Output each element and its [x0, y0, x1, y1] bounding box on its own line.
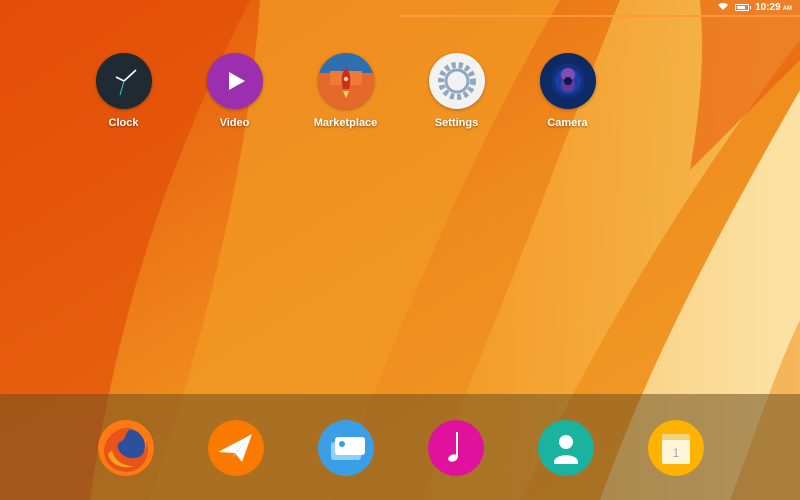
- clock-time: 10:29 AM: [755, 2, 792, 13]
- app-camera[interactable]: Camera: [512, 53, 623, 129]
- app-label: Marketplace: [313, 117, 378, 129]
- play-icon: [206, 53, 263, 109]
- app-label: Settings: [434, 117, 479, 129]
- gear-icon: [428, 53, 485, 109]
- rocket-icon: [317, 53, 374, 109]
- dock-messages[interactable]: [208, 420, 264, 476]
- paper-plane-icon: [208, 420, 264, 476]
- dock-gallery[interactable]: [318, 420, 374, 476]
- music-note-icon: [428, 420, 484, 476]
- app-video[interactable]: Video: [179, 53, 290, 129]
- clock-icon: [95, 53, 152, 109]
- status-bar: 10:29 AM: [0, 0, 800, 15]
- app-label: Camera: [547, 117, 588, 129]
- gallery-icon: [318, 420, 374, 476]
- time-text: 10:29: [755, 2, 781, 13]
- wifi-icon: [717, 2, 729, 14]
- app-settings[interactable]: Settings: [401, 53, 512, 129]
- app-grid: Clock Video Marketplace Settings Camera: [68, 53, 623, 129]
- app-label: Clock: [108, 117, 139, 129]
- dock-firefox[interactable]: [98, 420, 154, 476]
- calendar-icon: 1: [648, 420, 704, 476]
- battery-icon: [735, 4, 752, 11]
- dock: 1: [0, 394, 800, 500]
- ampm-text: AM: [782, 6, 792, 12]
- firefox-icon: [98, 420, 154, 476]
- calendar-day-text: 1: [673, 446, 680, 460]
- dock-row: 1: [98, 420, 704, 476]
- app-clock[interactable]: Clock: [68, 53, 179, 129]
- app-label: Video: [219, 117, 250, 129]
- dock-music[interactable]: [428, 420, 484, 476]
- camera-icon: [539, 53, 596, 109]
- dock-calendar[interactable]: 1: [648, 420, 704, 476]
- status-progress-line: [400, 15, 800, 17]
- dock-contacts[interactable]: [538, 420, 594, 476]
- app-marketplace[interactable]: Marketplace: [290, 53, 401, 129]
- contacts-icon: [538, 420, 594, 476]
